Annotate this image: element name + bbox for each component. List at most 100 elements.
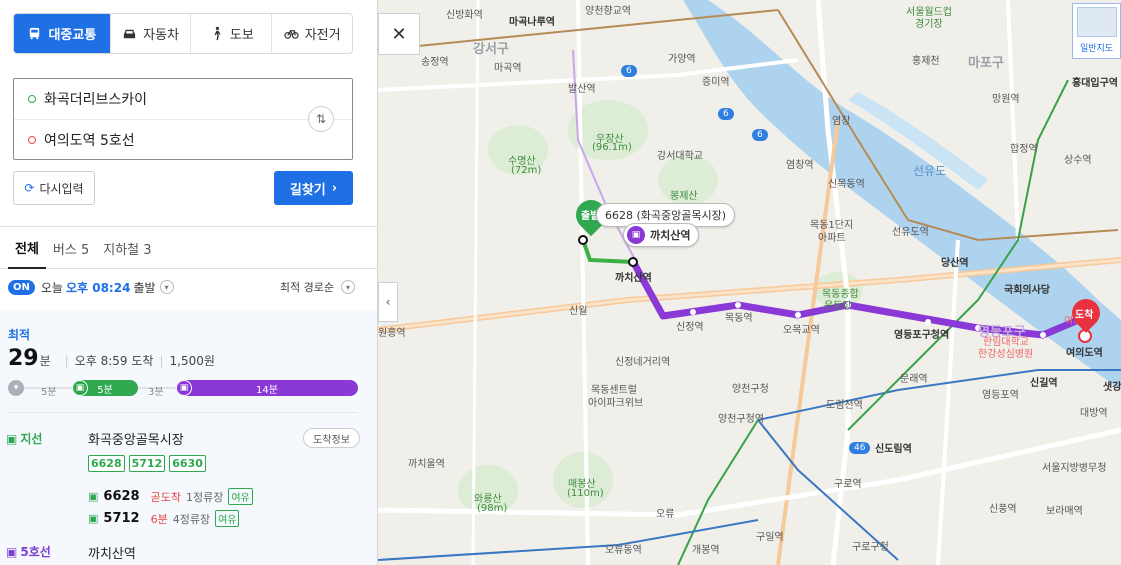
result-tabs: 전체 버스 5 지하철 3	[0, 227, 377, 269]
mode-label: 자동차	[143, 28, 180, 43]
reset-label: 다시입력	[39, 181, 84, 196]
route-result-card[interactable]: 최적 29 분 | 오후 8:59 도착 | 1,500원 ✦ 5분 5분 ▣ …	[0, 310, 377, 565]
find-route-button[interactable]: 길찾기 ›	[274, 171, 353, 205]
departure-toggle[interactable]: ON	[8, 279, 35, 295]
map-label: 송정역	[421, 57, 449, 68]
bus-eta: 곧도착	[150, 490, 181, 504]
subway-station-name[interactable]: 까치산역	[88, 543, 136, 562]
destination-dot-icon	[28, 135, 36, 144]
walk-icon: ✦	[8, 380, 24, 396]
mode-label: 도보	[229, 28, 254, 43]
bus-route-chip[interactable]: 6628	[88, 455, 125, 472]
map-label: 홍제천	[912, 56, 940, 67]
bus-stop-name[interactable]: 화곡중앙골목시장	[88, 429, 184, 448]
chevron-right-icon: ›	[331, 180, 338, 196]
map-label: 한강성심병원	[978, 349, 1034, 360]
origin-value: 화곡더리브스카이	[44, 92, 148, 108]
bus-number: 5712	[103, 511, 140, 526]
departure-time[interactable]: 오후 08:24	[66, 279, 130, 296]
map-label: 양천구청	[732, 384, 769, 395]
map-label: 목동역	[725, 313, 753, 324]
divider	[8, 412, 358, 413]
collapse-panel-button[interactable]: ‹	[378, 282, 398, 322]
mode-car[interactable]: 자동차	[109, 14, 191, 53]
close-panel-button[interactable]: ✕	[378, 13, 420, 55]
refresh-icon: ⟳	[24, 181, 35, 195]
origin-dot-icon	[28, 95, 36, 103]
bus-route-chip[interactable]: 5712	[128, 455, 166, 472]
arrival-info-button[interactable]: 도착정보	[303, 428, 360, 448]
mode-walk[interactable]: 도보	[190, 14, 271, 53]
map-label: 경기장	[915, 19, 943, 30]
tab-subway[interactable]: 지하철 3	[96, 227, 158, 269]
origin-field[interactable]: 화곡더리브스카이	[14, 79, 352, 119]
subway-segment: 14분	[176, 380, 358, 396]
station-dot	[690, 309, 696, 315]
mode-label: 자전거	[304, 28, 341, 43]
road-number-badge: 46	[849, 442, 871, 454]
station-callout[interactable]: ▣ 까치산역	[623, 223, 700, 247]
transfer-point-icon	[628, 257, 638, 267]
tab-bus[interactable]: 버스 5	[46, 227, 96, 269]
map-label: 샛강역	[1103, 382, 1121, 393]
tab-all[interactable]: 전체	[8, 227, 46, 269]
map-view[interactable]: 강서구 마포구 영등포구 신방화역 마곡나루역 양천향교역 송정역 마곡역 발산…	[378, 0, 1121, 565]
walk-icon	[214, 26, 221, 41]
crowd-tag: 여유	[215, 510, 240, 527]
map-label: 마곡역	[494, 63, 522, 74]
station-dot	[735, 302, 741, 308]
departure-day: 오늘	[40, 280, 63, 295]
map-label: 문래역	[900, 374, 928, 385]
bus-route-chip[interactable]: 6630	[169, 455, 206, 472]
bus-stops-away: 1정류장	[185, 490, 224, 504]
map-label: 합정역	[1010, 144, 1038, 155]
crowd-tag: 여유	[228, 488, 253, 505]
station-dot	[795, 312, 801, 318]
departure-suffix: 출발	[133, 280, 156, 295]
map-label: 염창역	[786, 160, 814, 171]
mountain-label: (72m)	[511, 165, 542, 176]
chevron-down-icon[interactable]: ▾	[159, 280, 174, 294]
map-label: 오류동역	[605, 545, 642, 556]
step-subway-line: ▣ 5호선	[6, 543, 51, 560]
map-type-toggle[interactable]: 일반지도	[1072, 3, 1121, 59]
bus-stop-callout-text: 6628 (화곡중앙골목시장)	[605, 209, 727, 222]
mode-transit[interactable]: 대중교통	[14, 14, 110, 53]
map-label: 대방역	[1080, 408, 1108, 419]
subway-icon: ▣	[6, 544, 18, 559]
walk-duration: 3분	[148, 387, 164, 398]
end-marker-label: 도착	[1075, 310, 1094, 321]
total-minutes: 29	[8, 346, 39, 371]
map-label: 여의도역	[1066, 348, 1103, 359]
map-label: 아이파크위브	[588, 398, 644, 409]
swap-route-button[interactable]: ⇅	[308, 106, 334, 132]
mode-label: 대중교통	[48, 28, 97, 43]
district-label: 마포구	[968, 56, 1004, 71]
map-thumbnail	[1076, 7, 1117, 37]
mode-bicycle[interactable]: 자전거	[271, 14, 352, 53]
road-number-badge: 6	[752, 129, 768, 141]
map-label: 국회의사당	[1004, 285, 1050, 296]
map-label: 개봉역	[692, 545, 720, 556]
district-label: 강서구	[473, 42, 509, 57]
bus-duration: 5분	[97, 384, 113, 396]
map-label: 서울지방병무청	[1042, 463, 1107, 474]
map-label: 가양역	[668, 54, 696, 65]
destination-field[interactable]: 여의도역 5호선	[14, 119, 352, 159]
route-inputs: 화곡더리브스카이 여의도역 5호선 ⇅	[13, 78, 353, 160]
route-summary: 29 분 | 오후 8:59 도착 | 1,500원	[8, 346, 215, 371]
map-label: 운동장	[824, 301, 852, 312]
sort-dropdown[interactable]: 최적 경로순 ▾	[280, 279, 355, 295]
map-label: 구로역	[834, 479, 862, 490]
bus-icon: ▣	[6, 431, 18, 446]
map-label: 신도림역	[875, 444, 912, 455]
reset-button[interactable]: ⟳ 다시입력	[13, 171, 95, 205]
transport-mode-tabs: 대중교통 자동차 도보 자전거	[13, 13, 353, 54]
mountain-label: 봉제산	[670, 191, 698, 202]
map-label: 선유도역	[892, 227, 929, 238]
separator: |	[64, 354, 69, 368]
car-icon	[124, 29, 136, 39]
map-label: 구일역	[756, 532, 784, 543]
map-label: 원흥역	[378, 328, 406, 339]
map-label: 까치울역	[408, 459, 445, 470]
